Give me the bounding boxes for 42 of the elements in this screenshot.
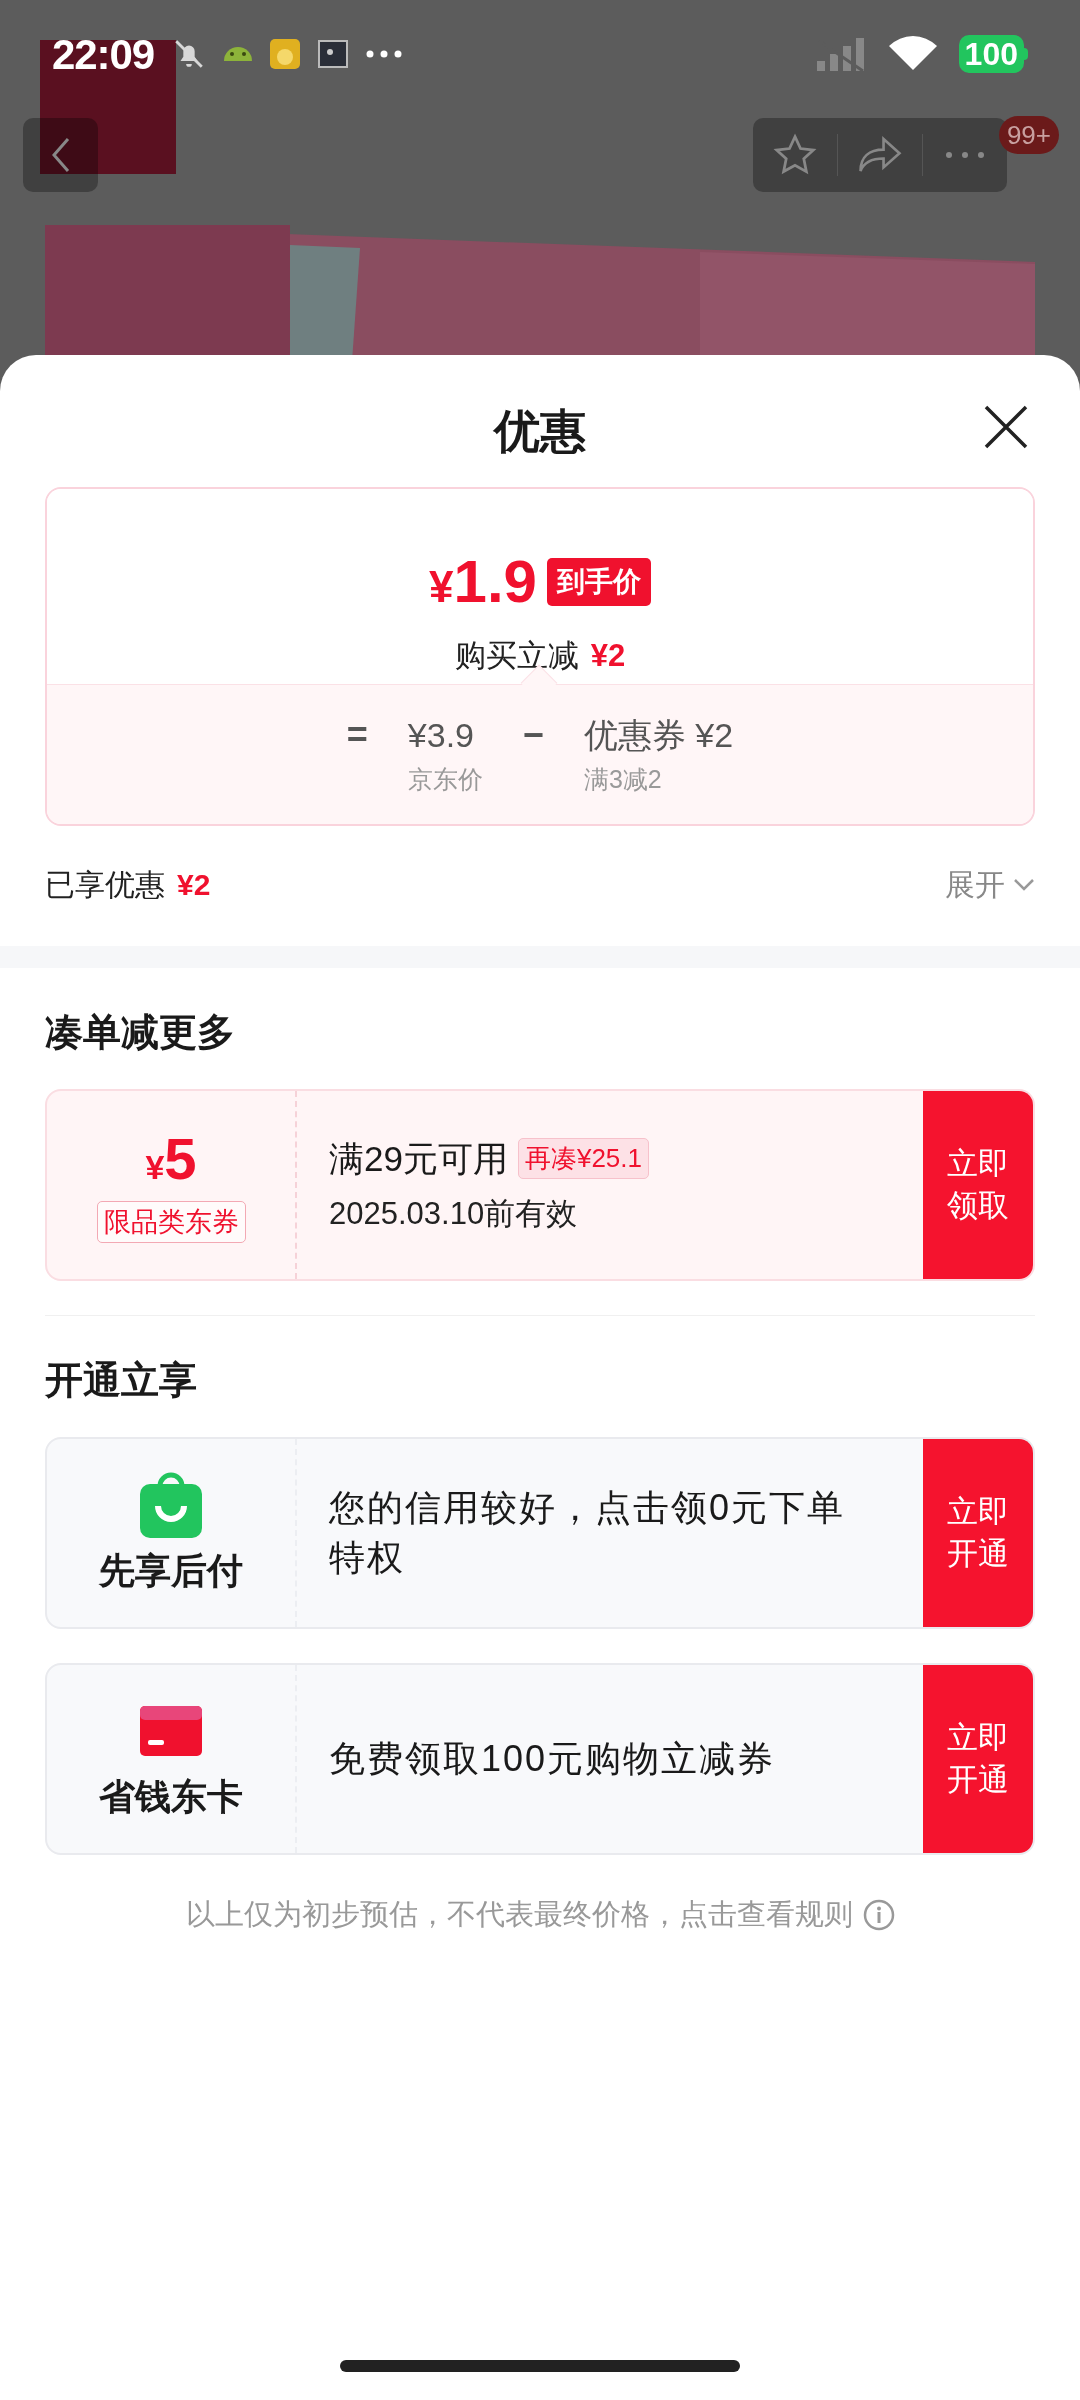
robot-icon <box>224 47 253 61</box>
coupon-amount: ¥5 <box>145 1126 197 1193</box>
expand-button[interactable]: 展开 <box>945 861 1035 907</box>
star-icon <box>773 133 817 177</box>
coupon-tag: 限品类东券 <box>96 1200 246 1244</box>
enjoyed-label: 已享优惠 <box>45 866 165 903</box>
top-up-badge: 再凑¥25.1 <box>517 1138 649 1180</box>
price-tag: 到手价 <box>546 558 651 606</box>
operator-sign: − <box>522 713 544 757</box>
formula-caption: 京东价 <box>407 764 483 795</box>
service-description: 您的信用较好，点击领0元下单特权 <box>329 1486 847 1580</box>
coupon-validity: 2025.03.10前有效 <box>329 1195 579 1233</box>
final-price: ¥1.9 <box>429 547 537 617</box>
formula-value: 优惠券 ¥2 <box>583 715 734 756</box>
more-icon <box>945 151 985 159</box>
enjoyed-amount: ¥2 <box>177 866 211 903</box>
caret-icon <box>1013 877 1035 891</box>
service-name: 省钱东卡 <box>99 1775 243 1819</box>
disclaimer-text[interactable]: 以上仅为初步预估，不代表最终价格，点击查看规则 <box>185 1893 853 1937</box>
close-button[interactable] <box>982 403 1030 451</box>
section-title: 凑单减更多 <box>45 1010 236 1055</box>
formula-value: ¥3.9 <box>407 715 475 756</box>
operator-sign: = <box>346 713 368 757</box>
info-icon[interactable] <box>862 1898 895 1931</box>
service-description: 免费领取100元购物立减券 <box>329 1737 777 1781</box>
coupon-condition: 满29元可用 <box>329 1137 508 1180</box>
activate-button[interactable]: 立即开通 <box>923 1439 1033 1627</box>
wifi-icon <box>888 36 937 72</box>
screen-icon <box>318 40 349 68</box>
back-button[interactable] <box>23 118 98 192</box>
more-icon <box>366 50 403 58</box>
claim-button[interactable]: 立即领取 <box>923 1091 1033 1279</box>
status-time: 22:09 <box>52 29 155 80</box>
app-icon <box>270 39 301 69</box>
reduction-amount: ¥2 <box>590 637 626 675</box>
signal-icon <box>814 37 867 71</box>
formula-caption: 满3减2 <box>583 764 662 795</box>
activate-button[interactable]: 立即开通 <box>923 1665 1033 1853</box>
back-icon <box>49 135 72 175</box>
sheet-title: 优惠 <box>494 404 586 455</box>
service-name: 先享后付 <box>99 1549 243 1593</box>
section-title: 开通立享 <box>45 1358 198 1403</box>
